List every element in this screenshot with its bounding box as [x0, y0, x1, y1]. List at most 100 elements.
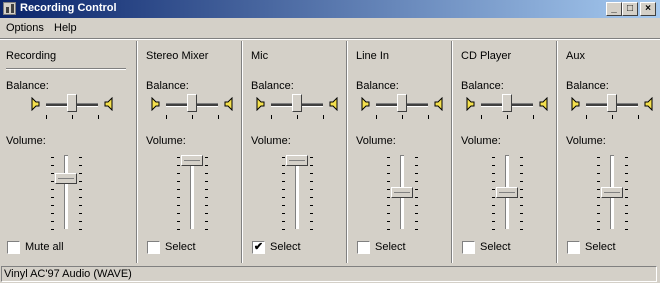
balance-tick: [323, 115, 324, 119]
volume-tick: [520, 205, 523, 206]
volume-tick: [51, 213, 54, 214]
volume-tick: [625, 205, 628, 206]
volume-tick: [310, 213, 313, 214]
speaker-left-icon: [28, 96, 40, 112]
volume-thumb[interactable]: [496, 187, 518, 198]
volume-tick: [177, 157, 180, 158]
volume-tick: [282, 197, 285, 198]
volume-tick: [597, 221, 600, 222]
volume-tick: [492, 181, 495, 182]
volume-thumb[interactable]: [286, 155, 308, 166]
volume-tick: [205, 157, 208, 158]
select-checkbox[interactable]: [147, 241, 160, 254]
volume-tick: [597, 213, 600, 214]
volume-tick: [51, 189, 54, 190]
mute-all-checkbox[interactable]: [7, 241, 20, 254]
menu-options[interactable]: Options: [6, 22, 44, 34]
volume-tick: [387, 189, 390, 190]
volume-tick: [387, 173, 390, 174]
volume-tick: [387, 181, 390, 182]
volume-tick: [205, 165, 208, 166]
volume-tick: [415, 157, 418, 158]
status-panel: Vinyl AC'97 Audio (WAVE): [1, 266, 657, 282]
volume-thumb[interactable]: [181, 155, 203, 166]
volume-tick: [310, 189, 313, 190]
volume-tick: [597, 229, 600, 230]
volume-tick: [415, 229, 418, 230]
volume-tick: [79, 189, 82, 190]
select-checkbox[interactable]: [567, 241, 580, 254]
balance-thumb[interactable]: [502, 94, 512, 112]
balance-tick: [533, 115, 534, 119]
volume-label: Volume:: [251, 135, 291, 147]
volume-tick: [79, 221, 82, 222]
speaker-right-icon: [434, 96, 446, 112]
balance-tick: [297, 115, 298, 119]
volume-tick: [597, 173, 600, 174]
volume-tick: [79, 173, 82, 174]
title-bar[interactable]: Recording Control _ □ ×: [0, 0, 660, 18]
volume-tick: [79, 213, 82, 214]
volume-tick: [625, 197, 628, 198]
balance-tick: [481, 115, 482, 119]
volume-tick: [51, 157, 54, 158]
balance-tick: [72, 115, 73, 119]
volume-tick: [492, 213, 495, 214]
volume-tick: [51, 205, 54, 206]
select-label: Select: [585, 241, 616, 253]
menu-bar: Options Help: [0, 19, 660, 38]
column-divider: [451, 41, 453, 263]
mixer-icon[interactable]: [3, 2, 16, 15]
volume-tick: [177, 181, 180, 182]
volume-tick: [492, 157, 495, 158]
volume-tick: [520, 157, 523, 158]
volume-thumb[interactable]: [601, 187, 623, 198]
volume-tick: [282, 181, 285, 182]
volume-tick: [79, 157, 82, 158]
speaker-left-icon: [463, 96, 475, 112]
volume-tick: [310, 157, 313, 158]
balance-label: Balance:: [566, 80, 609, 92]
volume-track: [190, 155, 194, 229]
volume-tick: [51, 229, 54, 230]
volume-tick: [625, 221, 628, 222]
balance-tick: [638, 115, 639, 119]
balance-thumb[interactable]: [292, 94, 302, 112]
balance-thumb[interactable]: [397, 94, 407, 112]
volume-thumb[interactable]: [391, 187, 413, 198]
volume-tick: [177, 165, 180, 166]
balance-thumb[interactable]: [187, 94, 197, 112]
volume-track: [64, 155, 68, 229]
select-label: Select: [165, 241, 196, 253]
volume-tick: [492, 197, 495, 198]
column-divider: [346, 41, 348, 263]
volume-tick: [520, 181, 523, 182]
volume-label: Volume:: [461, 135, 501, 147]
minimize-button[interactable]: _: [606, 2, 622, 16]
volume-tick: [205, 189, 208, 190]
balance-tick: [507, 115, 508, 119]
volume-tick: [205, 197, 208, 198]
volume-tick: [415, 181, 418, 182]
select-checkbox[interactable]: [462, 241, 475, 254]
volume-tick: [51, 221, 54, 222]
volume-tick: [310, 197, 313, 198]
volume-tick: [177, 213, 180, 214]
balance-thumb[interactable]: [67, 94, 77, 112]
select-label: Select: [375, 241, 406, 253]
balance-tick: [402, 115, 403, 119]
menu-help[interactable]: Help: [54, 22, 77, 34]
close-button[interactable]: ×: [640, 2, 656, 16]
volume-tick: [51, 181, 54, 182]
volume-thumb[interactable]: [55, 173, 77, 184]
maximize-button[interactable]: □: [622, 2, 638, 16]
speaker-left-icon: [568, 96, 580, 112]
volume-tick: [177, 173, 180, 174]
volume-tick: [282, 165, 285, 166]
select-checkbox[interactable]: ✔: [252, 241, 265, 254]
speaker-left-icon: [253, 96, 265, 112]
balance-thumb[interactable]: [607, 94, 617, 112]
select-checkbox[interactable]: [357, 241, 370, 254]
speaker-right-icon: [224, 96, 236, 112]
status-text: Vinyl AC'97 Audio (WAVE): [4, 268, 132, 280]
